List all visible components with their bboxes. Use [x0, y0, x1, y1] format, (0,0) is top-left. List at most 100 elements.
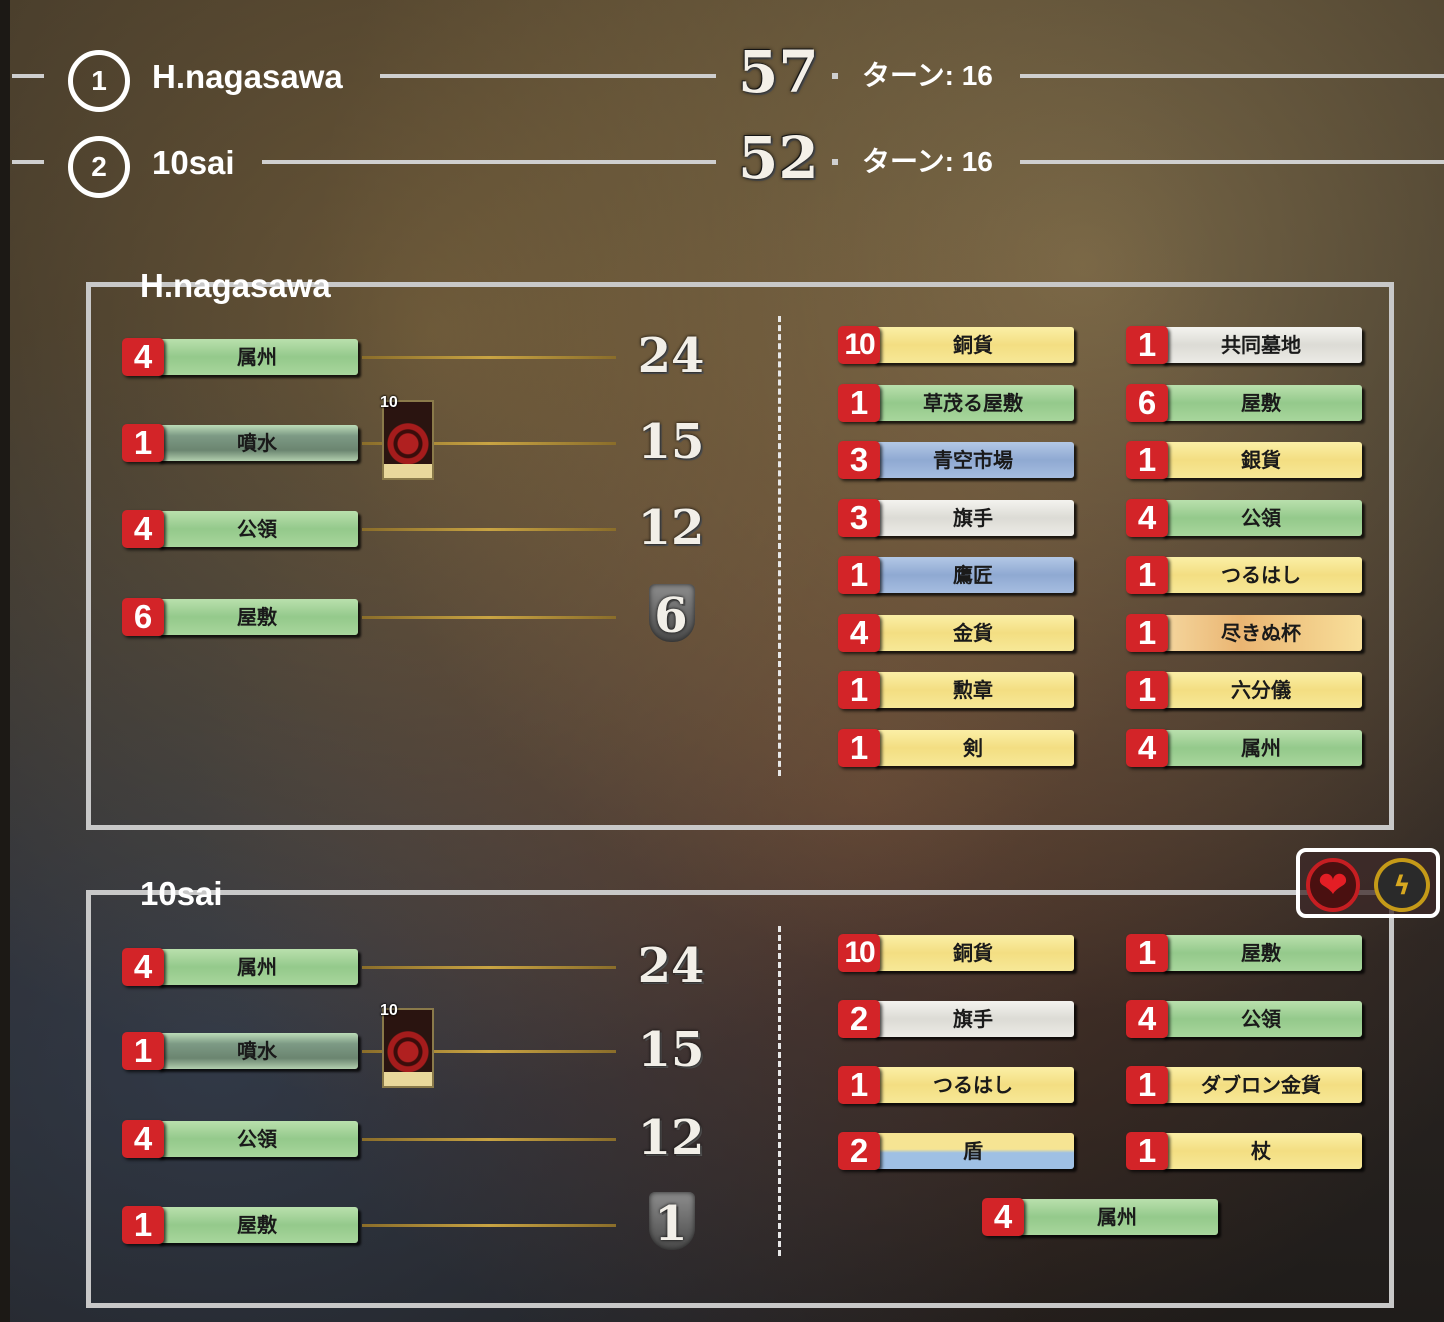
card-name-label: 盾 — [872, 1133, 1074, 1169]
card-count-badge: 4 — [1126, 729, 1168, 767]
divider — [12, 74, 44, 78]
card-count-badge: 1 — [1126, 1132, 1168, 1170]
card-count-badge: 1 — [1126, 1066, 1168, 1104]
card-count-badge: 1 — [838, 729, 880, 767]
card-name-label: つるはし — [872, 1067, 1074, 1103]
vp-value: 15 — [637, 1022, 705, 1078]
card-count-badge: 10 — [838, 934, 880, 972]
card-name-label: 属州 — [156, 339, 358, 375]
card-entry[interactable]: 1 ダブロン金貨 — [1126, 1066, 1362, 1104]
card-count-badge: 4 — [122, 948, 164, 986]
divider-dot — [832, 159, 838, 165]
divider-dot — [832, 73, 838, 79]
card-count-badge: 4 — [1126, 1000, 1168, 1038]
card-count-badge: 1 — [1126, 326, 1168, 364]
card-entry[interactable]: 4 属州 — [982, 1198, 1218, 1236]
card-entry[interactable]: 4 公領 — [122, 1120, 358, 1158]
card-entry[interactable]: 1 つるはし — [838, 1066, 1074, 1104]
total-score: 52 — [738, 124, 819, 192]
status-icon-box: ❤ ϟ — [1296, 848, 1440, 918]
column-divider — [778, 316, 781, 776]
divider — [262, 160, 716, 164]
card-entry[interactable]: 1杖 — [1126, 1132, 1362, 1170]
card-count-badge: 1 — [122, 424, 164, 462]
card-name-label: 噴水 — [156, 1033, 358, 1069]
player-name: H.nagasawa — [152, 58, 343, 95]
card-entry[interactable]: 2 旗手 — [838, 1000, 1074, 1038]
card-name-label: 尽きぬ杯 — [1160, 615, 1362, 651]
vp-value: 12 — [637, 500, 705, 556]
card-name-label: 公領 — [1160, 500, 1362, 536]
card-entry[interactable]: 4 公領 — [1126, 1000, 1362, 1038]
card-entry[interactable]: 1 鷹匠 — [838, 556, 1074, 594]
turn-count: ターン: 16 — [862, 146, 993, 177]
card-entry[interactable]: 4 公領 — [1126, 499, 1362, 537]
card-entry[interactable]: 1 噴水 — [122, 1032, 358, 1070]
card-count-badge: 4 — [982, 1198, 1024, 1236]
card-entry[interactable]: 1 屋敷 — [1126, 934, 1362, 972]
card-count-badge: 1 — [1126, 671, 1168, 709]
panel-title: 10sai — [140, 875, 223, 912]
card-entry[interactable]: 10 銅貨 — [838, 934, 1074, 972]
card-entry[interactable]: 1 六分儀 — [1126, 671, 1362, 709]
vp-value: 12 — [637, 1110, 705, 1166]
card-entry[interactable]: 4 公領 — [122, 510, 358, 548]
mini-card-footer — [384, 1072, 432, 1086]
score-connector-line — [362, 616, 616, 619]
card-name-label: 銀貨 — [1160, 442, 1362, 478]
card-entry[interactable]: 4 属州 — [1126, 729, 1362, 767]
scoreboard-row-1: 1 H.nagasawa 57 ターン: 16 — [0, 34, 1444, 120]
card-name-label: 屋敷 — [156, 599, 358, 635]
card-entry[interactable]: 3 旗手 — [838, 499, 1074, 537]
mini-card-count: 10 — [380, 1002, 398, 1019]
card-count-badge: 3 — [838, 441, 880, 479]
card-name-label: 公領 — [1160, 1001, 1362, 1037]
score-connector-line — [362, 528, 616, 531]
card-name-label: 屋敷 — [156, 1207, 358, 1243]
card-name-label: つるはし — [1160, 557, 1362, 593]
card-entry[interactable]: 1 共同墓地 — [1126, 326, 1362, 364]
card-entry[interactable]: 6 屋敷 — [1126, 384, 1362, 422]
card-entry[interactable]: 1 銀貨 — [1126, 441, 1362, 479]
divider — [1020, 160, 1444, 164]
card-name-label: 属州 — [1016, 1199, 1218, 1235]
score-connector-line — [362, 1138, 616, 1141]
card-count-badge: 1 — [838, 1066, 880, 1104]
card-entry[interactable]: 2盾 — [838, 1132, 1074, 1170]
card-count-badge: 1 — [838, 384, 880, 422]
card-entry[interactable]: 1 噴水 — [122, 424, 358, 462]
card-name-label: 六分儀 — [1160, 672, 1362, 708]
card-entry[interactable]: 3 青空市場 — [838, 441, 1074, 479]
card-count-badge: 1 — [1126, 441, 1168, 479]
card-name-label: 鷹匠 — [872, 557, 1074, 593]
heart-icon[interactable]: ❤ — [1306, 858, 1360, 912]
fountain-mini-card[interactable]: 10 — [380, 394, 434, 480]
card-name-label: 杖 — [1160, 1133, 1362, 1169]
card-entry[interactable]: 1 勲章 — [838, 671, 1074, 709]
card-count-badge: 3 — [838, 499, 880, 537]
card-entry[interactable]: 1 つるはし — [1126, 556, 1362, 594]
card-name-label: 屋敷 — [1160, 935, 1362, 971]
card-entry[interactable]: 1 草茂る屋敷 — [838, 384, 1074, 422]
card-count-badge: 1 — [122, 1206, 164, 1244]
card-count-badge: 1 — [838, 671, 880, 709]
card-entry[interactable]: 10 銅貨 — [838, 326, 1074, 364]
card-name-label: 勲章 — [872, 672, 1074, 708]
card-entry[interactable]: 4 属州 — [122, 338, 358, 376]
score-connector-line — [362, 1224, 616, 1227]
card-entry[interactable]: 4 金貨 — [838, 614, 1074, 652]
card-name-label: 屋敷 — [1160, 385, 1362, 421]
vp-value: 6 — [616, 584, 726, 644]
bolt-icon[interactable]: ϟ — [1374, 858, 1430, 912]
card-name-label: 公領 — [156, 511, 358, 547]
card-entry[interactable]: 1剣 — [838, 729, 1074, 767]
card-entry[interactable]: 1 尽きぬ杯 — [1126, 614, 1362, 652]
card-count-badge: 1 — [1126, 556, 1168, 594]
fountain-mini-card[interactable]: 10 — [380, 1002, 434, 1088]
mini-card-count: 10 — [380, 394, 398, 411]
card-entry[interactable]: 6 屋敷 — [122, 598, 358, 636]
card-entry[interactable]: 4 属州 — [122, 948, 358, 986]
card-name-label: 青空市場 — [872, 442, 1074, 478]
card-entry[interactable]: 1 屋敷 — [122, 1206, 358, 1244]
card-count-badge: 4 — [122, 1120, 164, 1158]
